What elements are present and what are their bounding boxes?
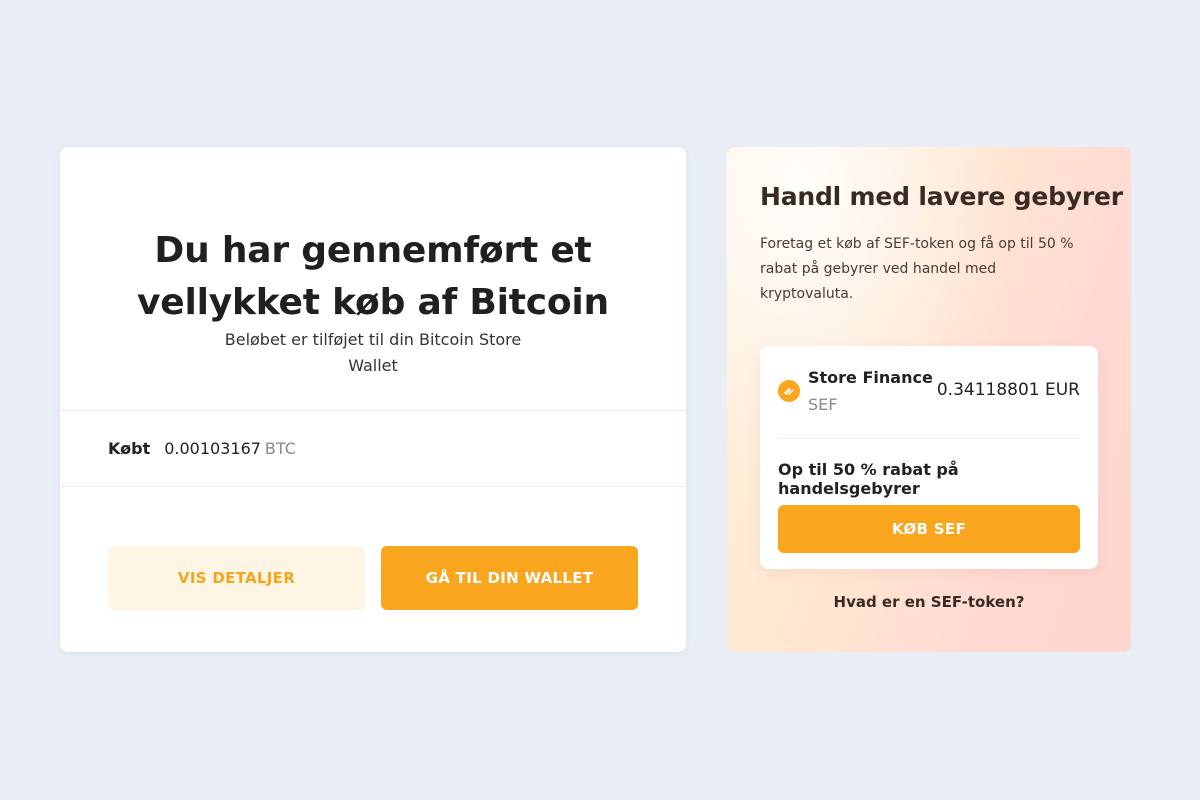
page: Du har gennemført et vellykket køb af Bi…: [0, 0, 1200, 800]
purchase-success-card: Du har gennemført et vellykket køb af Bi…: [60, 147, 686, 652]
success-subtitle: Beløbet er tilføjet til din Bitcoin Stor…: [224, 330, 522, 375]
buy-sef-button[interactable]: KØB SEF: [778, 505, 1080, 553]
promo-description: Foretag et køb af SEF-token og få op til…: [760, 236, 1074, 302]
bought-unit: BTC: [264, 439, 296, 458]
bought-row: Købt 0.00103167 BTC: [108, 439, 296, 459]
what-is-sef-link[interactable]: Hvad er en SEF-token?: [727, 593, 1131, 611]
go-to-wallet-button[interactable]: GÅ TIL DIN WALLET: [381, 546, 638, 610]
bought-value: 0.00103167 BTC: [164, 439, 296, 458]
token-name: Store Finance: [808, 368, 933, 387]
token-price: 0.34118801 EUR: [936, 380, 1080, 400]
divider: [778, 438, 1080, 439]
token-row: Store Finance SEF 0.34118801 EUR: [778, 368, 1080, 418]
discount-text: Op til 50 % rabat på handelsgebyrer: [778, 460, 959, 498]
sef-promo-card: Handl med lavere gebyrer Foretag et køb …: [727, 147, 1131, 652]
token-card: Store Finance SEF 0.34118801 EUR Op til …: [760, 346, 1098, 569]
promo-title: Handl med lavere gebyrer: [760, 182, 1123, 211]
token-symbol: SEF: [808, 395, 838, 414]
store-finance-token-icon: [778, 380, 800, 402]
view-details-button[interactable]: VIS DETALJER: [108, 546, 365, 610]
divider: [60, 410, 686, 411]
bought-amount: 0.00103167: [164, 439, 261, 458]
success-title: Du har gennemført et vellykket køb af Bi…: [136, 230, 609, 323]
bought-label: Købt: [108, 439, 151, 458]
divider: [60, 486, 686, 487]
